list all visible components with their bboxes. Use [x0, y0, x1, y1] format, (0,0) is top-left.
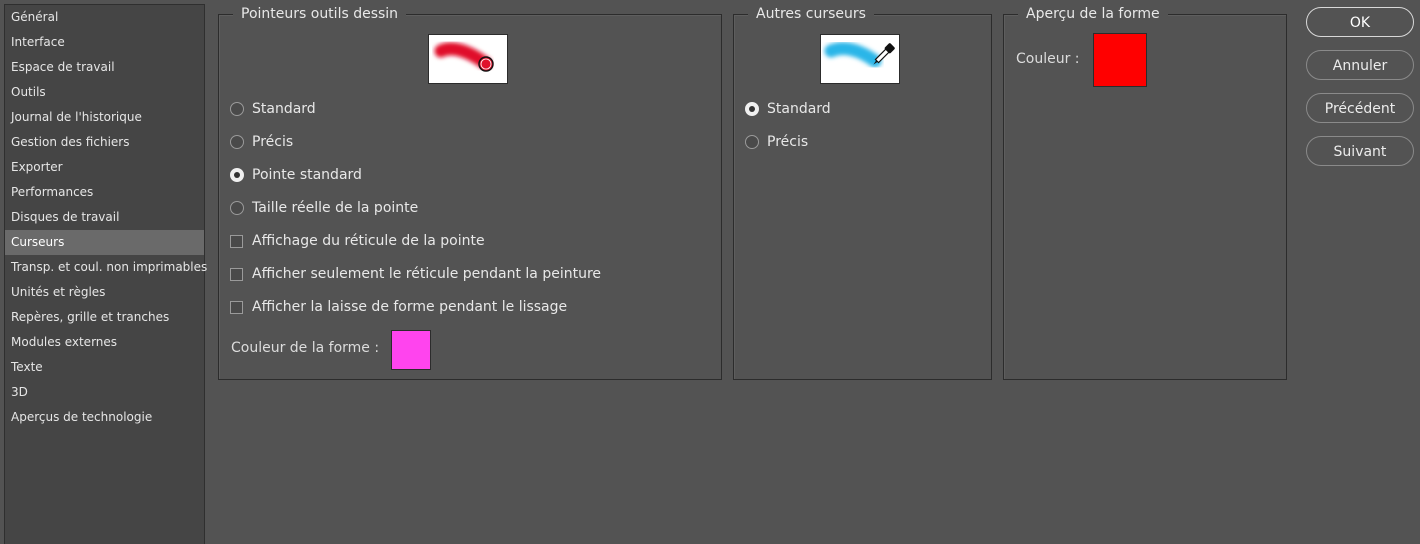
painting-cursors-group: Pointeurs outils dessin Standard Précis …: [218, 5, 722, 380]
checkbox-show-crosshair-label: Affichage du réticule de la pointe: [252, 233, 485, 249]
shape-preview-color-swatch[interactable]: [1093, 33, 1147, 87]
checkbox-row-show-crosshair[interactable]: Affichage du réticule de la pointe: [230, 233, 485, 249]
sidebar-item-technology-previews[interactable]: Aperçus de technologie: [5, 405, 204, 430]
sidebar-item-file-handling[interactable]: Gestion des fichiers: [5, 130, 204, 155]
other-cursors-title: Autres curseurs: [748, 5, 874, 23]
other-cursor-preview: [820, 34, 900, 84]
brush-stroke-preview-icon: [434, 42, 494, 72]
shape-preview-group: Aperçu de la forme Couleur :: [1003, 5, 1287, 380]
other-option-standard[interactable]: Standard: [745, 101, 831, 117]
radio-full-size-brush-tip[interactable]: [230, 201, 244, 215]
checkbox-row-only-crosshair[interactable]: Afficher seulement le réticule pendant l…: [230, 266, 601, 282]
checkbox-show-crosshair[interactable]: [230, 234, 243, 248]
radio-standard-label: Standard: [252, 101, 316, 117]
sidebar-item-tools[interactable]: Outils: [5, 80, 204, 105]
painting-option-precise[interactable]: Précis: [230, 134, 293, 150]
sidebar-item-history-log[interactable]: Journal de l'historique: [5, 105, 204, 130]
radio-normal-brush-tip-label: Pointe standard: [252, 167, 362, 183]
sidebar-item-performance[interactable]: Performances: [5, 180, 204, 205]
sidebar-item-scratch-disks[interactable]: Disques de travail: [5, 205, 204, 230]
cancel-button[interactable]: Annuler: [1306, 50, 1414, 80]
painting-option-standard[interactable]: Standard: [230, 101, 316, 117]
painting-option-normal-brush-tip[interactable]: Pointe standard: [230, 167, 362, 183]
radio-other-precise[interactable]: [745, 135, 759, 149]
checkbox-only-crosshair-label: Afficher seulement le réticule pendant l…: [252, 266, 602, 282]
other-option-precise[interactable]: Précis: [745, 134, 808, 150]
checkbox-show-leash[interactable]: [230, 300, 243, 314]
sidebar-item-type[interactable]: Texte: [5, 355, 204, 380]
painting-cursor-preview: [428, 34, 508, 84]
sidebar-item-units-rulers[interactable]: Unités et règles: [5, 280, 204, 305]
other-cursors-group: Autres curseurs Standard Précis: [733, 5, 992, 380]
sidebar-item-plugins[interactable]: Modules externes: [5, 330, 204, 355]
radio-standard[interactable]: [230, 102, 244, 116]
shape-color-label: Couleur de la forme :: [231, 340, 380, 356]
checkbox-show-leash-label: Afficher la laisse de forme pendant le l…: [252, 299, 568, 315]
shape-preview-title: Aperçu de la forme: [1018, 5, 1168, 23]
next-button[interactable]: Suivant: [1306, 136, 1414, 166]
checkbox-only-crosshair[interactable]: [230, 267, 243, 281]
sidebar-item-guides-grid-slices[interactable]: Repères, grille et tranches: [5, 305, 204, 330]
painting-option-full-size-brush-tip[interactable]: Taille réelle de la pointe: [230, 200, 418, 216]
radio-precise-label: Précis: [252, 134, 294, 150]
sidebar-item-cursors[interactable]: Curseurs: [5, 230, 204, 255]
eyedropper-preview-icon: [824, 42, 895, 68]
radio-full-size-brush-tip-label: Taille réelle de la pointe: [252, 200, 419, 216]
preferences-sidebar: Général Interface Espace de travail Outi…: [4, 4, 207, 544]
shape-preview-color-label: Couleur :: [1016, 51, 1080, 67]
shape-color-swatch[interactable]: [391, 330, 431, 370]
radio-other-standard-label: Standard: [767, 101, 831, 117]
sidebar-item-transparency-gamut[interactable]: Transp. et coul. non imprimables: [5, 255, 207, 280]
sidebar-item-3d[interactable]: 3D: [5, 380, 204, 405]
ok-button[interactable]: OK: [1306, 7, 1414, 37]
sidebar-item-interface[interactable]: Interface: [5, 30, 204, 55]
radio-normal-brush-tip[interactable]: [230, 168, 244, 182]
radio-other-standard[interactable]: [745, 102, 759, 116]
sidebar-item-workspace[interactable]: Espace de travail: [5, 55, 204, 80]
sidebar-item-export[interactable]: Exporter: [5, 155, 204, 180]
sidebar-item-general[interactable]: Général: [5, 5, 204, 30]
radio-other-precise-label: Précis: [767, 134, 809, 150]
checkbox-row-show-leash[interactable]: Afficher la laisse de forme pendant le l…: [230, 299, 567, 315]
radio-precise[interactable]: [230, 135, 244, 149]
previous-button[interactable]: Précédent: [1306, 93, 1414, 123]
painting-cursors-title: Pointeurs outils dessin: [233, 5, 407, 23]
